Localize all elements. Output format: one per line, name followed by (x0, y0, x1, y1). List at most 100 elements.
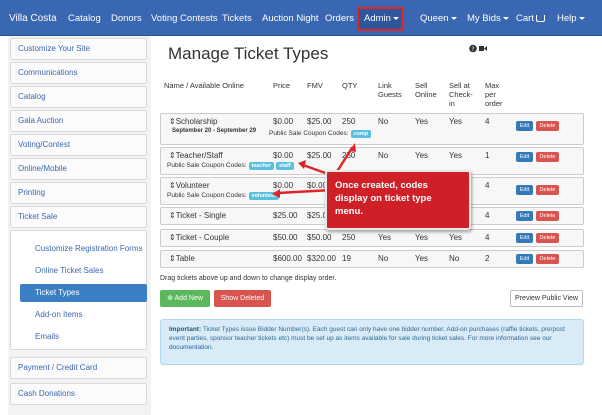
nav-help-dropdown[interactable]: Help (557, 0, 585, 36)
ticket-qty: 250 (342, 233, 356, 242)
sidebar-item-payment[interactable]: Payment / Credit Card (10, 357, 147, 379)
sidebar-subitem-add-on-items[interactable]: Add-on Items (20, 306, 147, 324)
ticket-dates: September 20 - September 29 (172, 128, 257, 134)
nav-catalog[interactable]: Catalog (68, 0, 101, 36)
caret-down-icon (578, 16, 585, 20)
ticket-qty: 250 (342, 151, 356, 160)
info-label: Important: (169, 326, 202, 333)
sidebar-item-communications[interactable]: Communications (10, 62, 147, 84)
nav-my-bids-dropdown[interactable]: My Bids (467, 0, 509, 36)
col-header-in-line: in (449, 99, 455, 108)
col-header-qty: QTY (342, 81, 358, 90)
nav-admin-label: Admin (364, 13, 391, 24)
col-header-price: Price (273, 81, 291, 90)
sidebar-item-cash-donations[interactable]: Cash Donations (10, 383, 147, 405)
nav-my-bids-label: My Bids (467, 13, 501, 24)
nav-cart-label: Cart (516, 13, 534, 24)
ticket-fmv: $50.00 (307, 233, 332, 242)
col-header-max-line: Max (485, 81, 500, 90)
ticket-sell-online: Yes (415, 254, 429, 263)
sidebar-item-catalog[interactable]: Catalog (10, 86, 147, 108)
col-header-link-line: Link (378, 81, 392, 90)
edit-button[interactable]: Edit (516, 152, 533, 162)
sidebar-item-voting-contest[interactable]: Voting/Contest (10, 134, 147, 156)
col-header-name: Name / Available Online (164, 81, 244, 90)
nav-admin-dropdown[interactable]: Admin (364, 0, 399, 36)
page-title: Manage Ticket Types (168, 44, 329, 63)
caret-down-icon (450, 16, 457, 20)
info-alert: Important: Ticket Types issue Bidder Num… (160, 319, 584, 365)
show-deleted-button[interactable]: Show Deleted (214, 290, 271, 307)
title-icons: ? (469, 44, 487, 55)
delete-button[interactable]: Delete (536, 211, 559, 221)
sidebar-item-customize-site[interactable]: Customize Your Site (10, 38, 147, 60)
ticket-fmv: $25.00 (307, 117, 332, 126)
svg-text:?: ? (471, 46, 474, 53)
add-new-label: Add New (174, 295, 203, 302)
nav-user-dropdown[interactable]: Queen (420, 0, 457, 36)
ticket-sell-online: Yes (415, 117, 429, 126)
delete-button[interactable]: Delete (536, 121, 559, 131)
sidebar-item-ticket-sale[interactable]: Ticket Sale (10, 206, 147, 228)
ticket-sell-checkin: Yes (449, 117, 463, 126)
ticket-price: $0.00 (273, 151, 294, 160)
ticket-max-per-order: 1 (485, 151, 490, 160)
sidebar-subitem-registration-forms[interactable]: Customize Registration Forms (20, 240, 147, 258)
sidebar-subitem-online-ticket-sales[interactable]: Online Ticket Sales (20, 262, 147, 280)
ticket-sell-checkin: No (449, 254, 460, 263)
ticket-max-per-order: 4 (485, 211, 490, 220)
ticket-price: $600.00 (273, 254, 302, 263)
sidebar-subitem-emails[interactable]: Emails (20, 328, 147, 346)
delete-button[interactable]: Delete (536, 233, 559, 243)
coupon-label: Public Sale Coupon Codes: (167, 162, 247, 169)
documentation-link[interactable]: documentation. (169, 344, 213, 351)
preview-public-view-button[interactable]: Preview Public View (510, 290, 583, 307)
edit-button[interactable]: Edit (516, 211, 533, 221)
col-header-per-line: per (485, 90, 496, 99)
ticket-link-guests: No (378, 117, 389, 126)
ticket-name: ⇕Ticket - Couple (169, 233, 230, 242)
delete-button[interactable]: Delete (536, 152, 559, 162)
edit-button[interactable]: Edit (516, 254, 533, 264)
ticket-sell-online: Yes (415, 233, 429, 242)
col-header-max-per-order: Max per order (485, 81, 503, 108)
sidebar-subitem-ticket-types[interactable]: Ticket Types (20, 284, 147, 302)
video-icon (479, 46, 484, 51)
delete-button[interactable]: Delete (536, 254, 559, 264)
nav-auction-night[interactable]: Auction Night (262, 0, 319, 36)
ticket-price: $0.00 (273, 117, 294, 126)
help-icon[interactable]: ? (469, 44, 487, 53)
coupon-label: Public Sale Coupon Codes: (269, 130, 349, 137)
sidebar-item-online-mobile[interactable]: Online/Mobile (10, 158, 147, 180)
nav-tickets[interactable]: Tickets (222, 0, 252, 36)
sidebar-item-gala-auction[interactable]: Gala Auction (10, 110, 147, 132)
nav-cart[interactable]: Cart (516, 0, 545, 36)
caret-down-icon (502, 16, 509, 20)
col-header-link-guests: Link Guests (378, 81, 402, 99)
coupon-tag: volunteer (248, 192, 280, 200)
ticket-sell-checkin: Yes (449, 233, 463, 242)
edit-button[interactable]: Edit (516, 121, 533, 131)
nav-voting-contests[interactable]: Voting Contests (151, 0, 218, 36)
nav-orders[interactable]: Orders (325, 0, 354, 36)
coupon-codes: Public Sale Coupon Codes: teacher staff (167, 162, 294, 170)
edit-button[interactable]: Edit (516, 233, 533, 243)
sidebar: Customize Your Site Communications Catal… (8, 36, 151, 415)
edit-button[interactable]: Edit (516, 185, 533, 195)
add-new-button[interactable]: ⊕ Add New (160, 290, 210, 307)
coupon-codes: Public Sale Coupon Codes: comp (269, 130, 372, 138)
ticket-max-per-order: 4 (485, 181, 490, 190)
sidebar-item-printing[interactable]: Printing (10, 182, 147, 204)
delete-button[interactable]: Delete (536, 185, 559, 195)
ticket-qty: 19 (342, 254, 351, 263)
brand-link[interactable]: Villa Costa (9, 0, 57, 36)
ticket-link-guests: Yes (378, 233, 392, 242)
ticket-name: ⇕Volunteer (169, 181, 210, 190)
top-navbar: Villa Costa Catalog Donors Voting Contes… (0, 0, 602, 36)
nav-donors[interactable]: Donors (111, 0, 142, 36)
plus-icon: ⊕ (167, 295, 173, 302)
coupon-tag: teacher (248, 162, 275, 170)
ticket-max-per-order: 4 (485, 117, 490, 126)
col-header-fmv: FMV (307, 81, 323, 90)
ticket-link-guests: No (378, 254, 389, 263)
